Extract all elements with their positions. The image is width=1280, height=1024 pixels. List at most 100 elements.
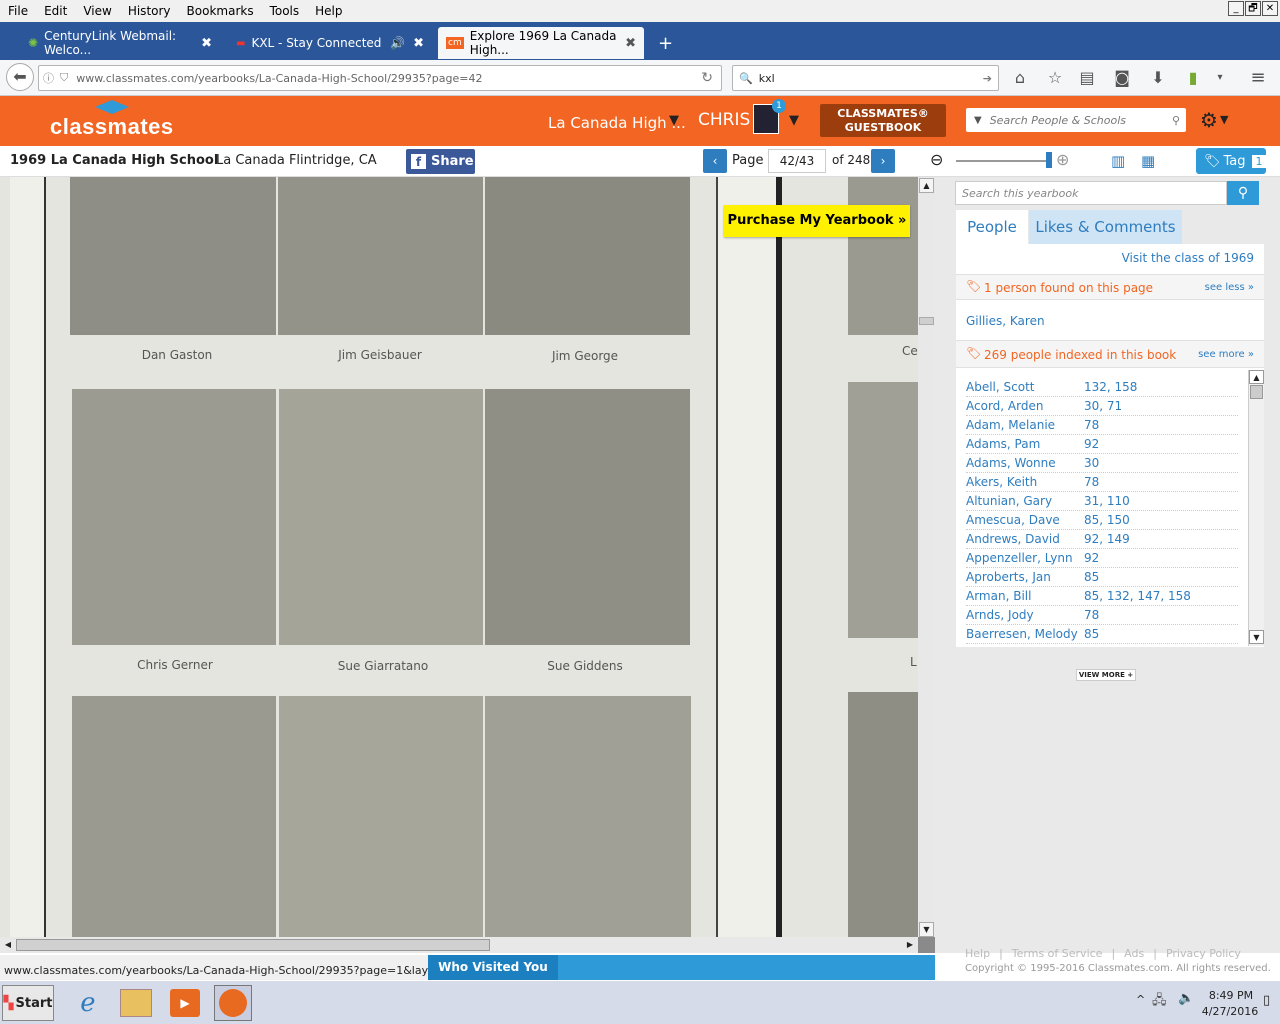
close-tab-icon[interactable]: ✖ [201, 36, 212, 51]
bookmark-star-icon[interactable]: ☆ [1045, 68, 1065, 88]
student-photo[interactable] [485, 177, 690, 335]
person-name-link[interactable]: Appenzeller, Lynn [966, 551, 1073, 565]
person-name-link[interactable]: Andrews, David [966, 532, 1060, 546]
person-pages-links[interactable]: 78 [1084, 418, 1099, 432]
clock-time[interactable]: 8:49 PM [1206, 989, 1256, 1002]
chevron-down-icon[interactable]: ▼ [669, 113, 679, 128]
media-player-icon[interactable]: ▶ [170, 989, 200, 1017]
who-visited-bar[interactable]: Who Visited You [428, 955, 935, 980]
student-photo[interactable] [72, 389, 276, 645]
person-pages-links[interactable]: 92 [1084, 437, 1099, 451]
guestbook-button[interactable]: CLASSMATES® GUESTBOOK [820, 104, 946, 137]
reading-list-icon[interactable]: ▤ [1077, 68, 1097, 88]
person-pages-links[interactable]: 92 [1084, 551, 1099, 565]
people-list-scrollbar[interactable]: ▲ ▼ [1248, 370, 1264, 646]
close-tab-icon[interactable]: ✖ [625, 36, 636, 51]
home-icon[interactable]: ⌂ [1010, 68, 1030, 88]
minimize-button[interactable]: _ [1228, 1, 1244, 16]
scroll-down-icon[interactable]: ▼ [919, 922, 934, 937]
tab-centurylink[interactable]: ✺ CenturyLink Webmail: Welco... ✖ [20, 27, 220, 59]
prev-page-button[interactable]: ‹ [703, 149, 727, 173]
menu-history[interactable]: History [120, 4, 179, 18]
network-icon[interactable]: 🖧 [1152, 991, 1167, 1013]
menu-bookmarks[interactable]: Bookmarks [179, 4, 262, 18]
chevron-down-icon[interactable]: ▼ [1220, 113, 1228, 126]
person-pages-links[interactable]: 132, 158 [1084, 380, 1137, 394]
student-photo[interactable] [848, 382, 918, 638]
firefox-taskbar-button[interactable] [214, 985, 252, 1021]
two-page-view-icon[interactable]: ▥ [1111, 152, 1125, 170]
clock-date[interactable]: 4/27/2016 [1200, 1005, 1260, 1018]
person-name-link[interactable]: Adams, Pam [966, 437, 1040, 451]
tray-expand-icon[interactable]: ^ [1136, 993, 1145, 1006]
student-photo[interactable] [848, 692, 918, 953]
scroll-thumb[interactable] [1250, 385, 1263, 399]
found-person-link[interactable]: Gillies, Karen [966, 314, 1045, 328]
student-photo[interactable] [485, 389, 690, 645]
close-tab-icon[interactable]: ✖ [413, 36, 424, 51]
person-pages-links[interactable]: 85, 150 [1084, 513, 1130, 527]
zoom-out-icon[interactable]: ⊖ [930, 150, 943, 169]
scroll-left-icon[interactable]: ◀ [2, 938, 14, 952]
person-name-link[interactable]: Aproberts, Jan [966, 570, 1051, 584]
yearbook-search-input[interactable]: Search this yearbook [955, 181, 1227, 205]
person-name-link[interactable]: Adam, Melanie [966, 418, 1055, 432]
purchase-yearbook-button[interactable]: Purchase My Yearbook » [724, 205, 910, 237]
person-name-link[interactable]: Acord, Arden [966, 399, 1043, 413]
reload-icon[interactable]: ↻ [701, 70, 713, 86]
menu-tools[interactable]: Tools [262, 4, 308, 18]
internet-explorer-icon[interactable]: ℯ [72, 987, 104, 1019]
student-photo[interactable] [70, 177, 276, 335]
student-photo[interactable] [848, 177, 918, 335]
chevron-down-icon[interactable]: ▼ [789, 113, 799, 128]
zoom-in-icon[interactable]: ⊕ [1056, 150, 1069, 169]
info-icon[interactable]: ⓘ [43, 70, 54, 86]
person-name-link[interactable]: Adams, Wonne [966, 456, 1056, 470]
action-center-icon[interactable]: ▯ [1263, 993, 1270, 1008]
person-pages-links[interactable]: 85 [1084, 570, 1099, 584]
person-name-link[interactable]: Arman, Bill [966, 589, 1031, 603]
tab-likes-comments[interactable]: Likes & Comments [1029, 210, 1182, 244]
zoom-slider-handle[interactable] [1046, 152, 1052, 168]
download-icon[interactable]: ⬇ [1148, 68, 1168, 88]
hamburger-menu-icon[interactable]: ≡ [1248, 68, 1268, 88]
grid-view-icon[interactable]: ▦ [1141, 152, 1155, 170]
person-pages-links[interactable]: 78 [1084, 475, 1099, 489]
footer-terms-link[interactable]: Terms of Service [1012, 947, 1103, 960]
search-icon[interactable]: ⚲ [1227, 181, 1259, 205]
visit-class-link[interactable]: Visit the class of 1969 [1122, 251, 1254, 265]
scroll-up-icon[interactable]: ▲ [919, 178, 934, 193]
student-photo[interactable] [72, 696, 276, 953]
search-bar[interactable]: 🔍 kxl ➔ [732, 65, 999, 91]
footer-privacy-link[interactable]: Privacy Policy [1166, 947, 1241, 960]
see-less-link[interactable]: see less » [1205, 282, 1254, 293]
classmates-logo[interactable]: classmates [50, 114, 174, 140]
student-photo[interactable] [279, 389, 483, 645]
see-more-link[interactable]: see more » [1198, 349, 1254, 360]
menu-file[interactable]: File [0, 4, 36, 18]
person-pages-links[interactable]: 92, 149 [1084, 532, 1130, 546]
search-icon[interactable]: ⚲ [1172, 114, 1180, 127]
student-photo[interactable] [485, 696, 691, 953]
school-dropdown[interactable]: La Canada High ... [548, 114, 686, 132]
yearbook-viewer[interactable]: Dan Gaston Jim Geisbauer Jim George Chri… [0, 177, 935, 953]
menu-view[interactable]: View [75, 4, 119, 18]
footer-help-link[interactable]: Help [965, 947, 990, 960]
horizontal-scroll-thumb[interactable] [16, 939, 490, 951]
person-name-link[interactable]: Abell, Scott [966, 380, 1034, 394]
tag-button[interactable]: 🏷 Tag 1 [1196, 148, 1267, 174]
next-page-button[interactable]: › [871, 149, 895, 173]
close-window-button[interactable]: ✕ [1262, 1, 1278, 16]
person-pages-links[interactable]: 30 [1084, 456, 1099, 470]
tab-classmates[interactable]: cm Explore 1969 La Canada High... ✖ [438, 27, 644, 59]
tab-people[interactable]: People [956, 210, 1028, 244]
scroll-down-icon[interactable]: ▼ [1249, 630, 1264, 644]
tab-kxl[interactable]: ▬ KXL - Stay Connected 🔊 ✖ [228, 27, 432, 59]
speaker-icon[interactable]: 🔊 [390, 36, 405, 50]
person-pages-links[interactable]: 31, 110 [1084, 494, 1130, 508]
student-photo[interactable] [279, 696, 483, 953]
restore-button[interactable]: 🗗 [1245, 1, 1261, 16]
person-name-link[interactable]: Akers, Keith [966, 475, 1037, 489]
person-name-link[interactable]: Baerresen, Melody [966, 627, 1078, 641]
view-more-button[interactable]: VIEW MORE + [1076, 669, 1136, 681]
